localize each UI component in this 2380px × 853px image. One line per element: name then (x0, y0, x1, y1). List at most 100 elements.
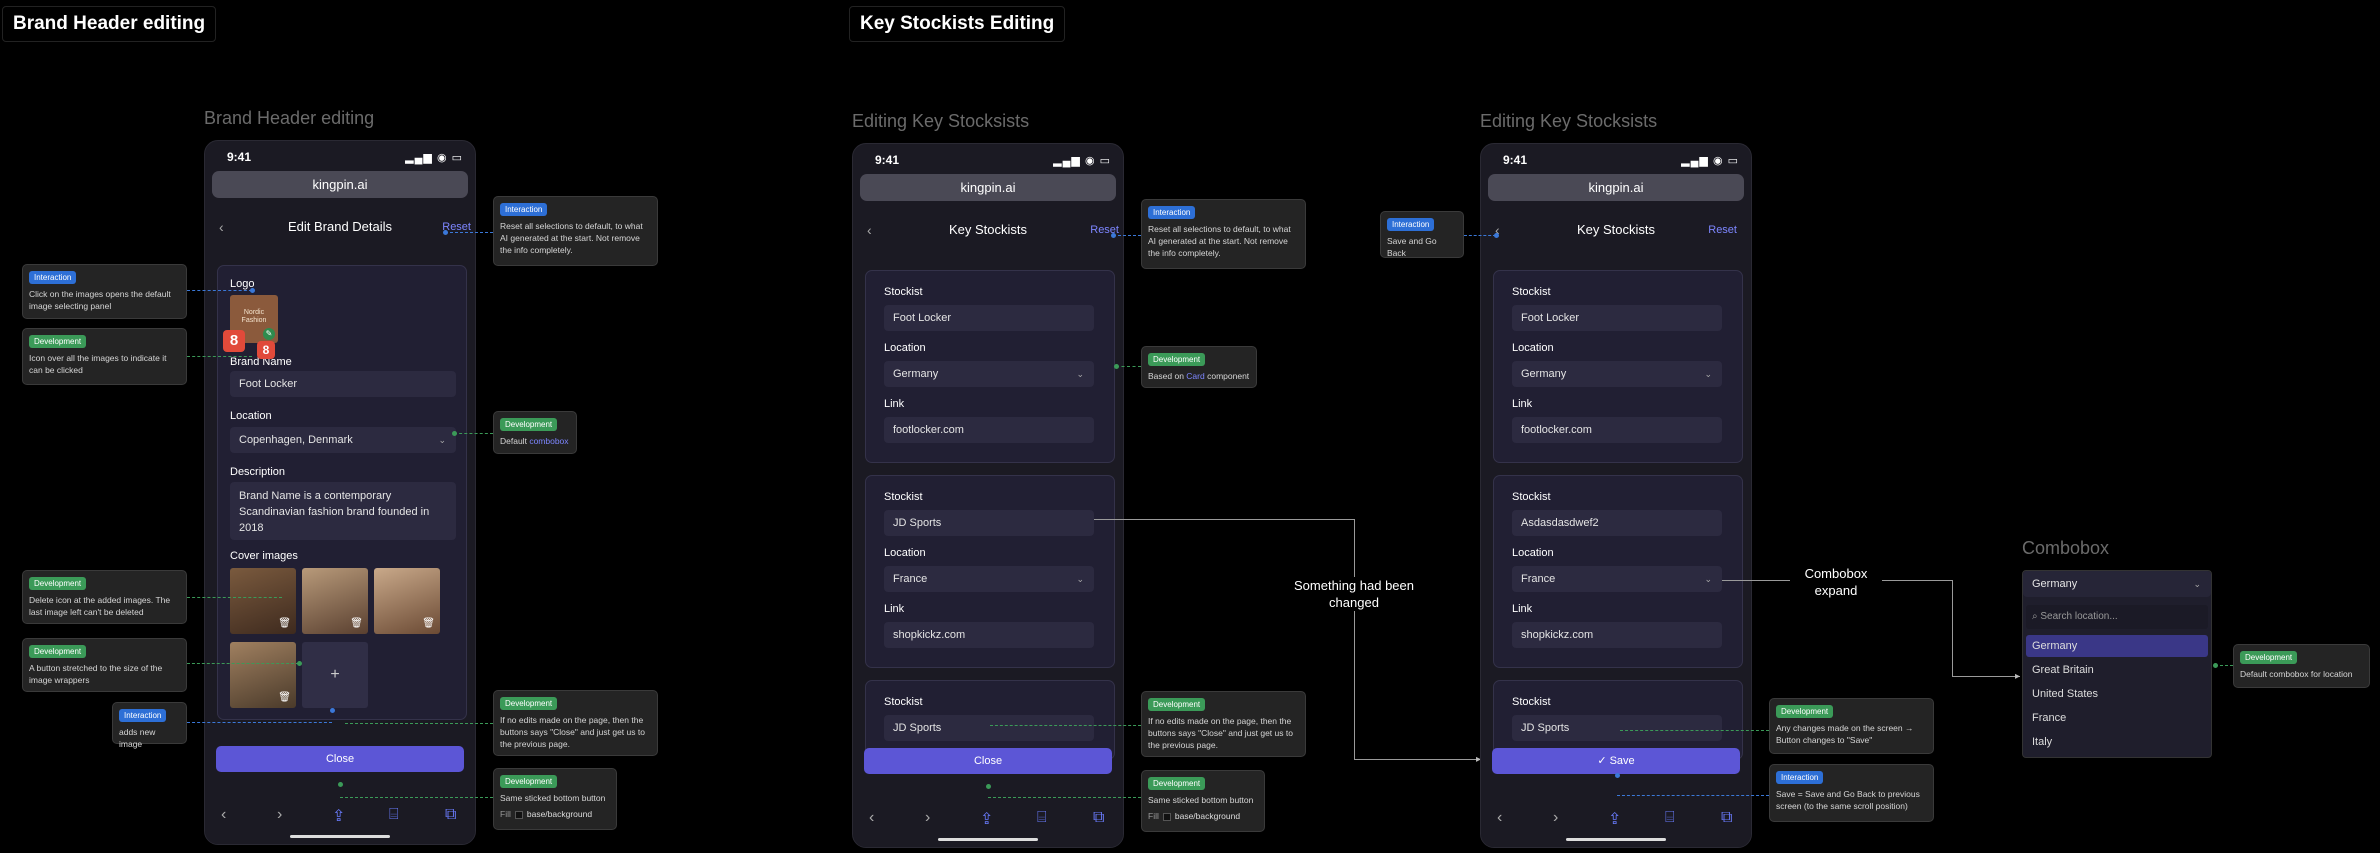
note-development-no-edits: Development If no edits made on the page… (493, 690, 658, 756)
url-bar[interactable]: kingpin.ai (212, 171, 468, 198)
close-button[interactable]: Close (864, 748, 1112, 774)
phone-key-stockists-1: 9:41 ▂▄▆ ◉ ▭ kingpin.ai ‹ Key Stockists … (852, 143, 1124, 848)
phone-brand-header: 9:41 ▂▄▆ ◉ ▭ kingpin.ai ‹ Edit Brand Det… (204, 140, 476, 845)
stockist-label: Stockist (1512, 696, 1551, 708)
location-select[interactable]: France ⌄ (884, 566, 1094, 592)
link-input[interactable]: footlocker.com (1512, 417, 1722, 443)
frame-title-stockists-2: Editing Key Stocksists (1480, 111, 1658, 131)
status-time: 9:41 (1503, 153, 1528, 167)
description-textarea[interactable]: Brand Name is a contemporary Scandinavia… (230, 482, 456, 540)
cover-images-label: Cover images (230, 550, 298, 562)
save-button[interactable]: ✓ Save (1492, 748, 1740, 774)
combobox-expanded: Germany ⌄ ⌕ Search location... Germany Gr… (2022, 570, 2212, 758)
note-development-sticky-2: Development Same sticked bottom button F… (1141, 770, 1265, 832)
stockist-input[interactable]: Asdasdasdwef2 (1512, 510, 1722, 536)
back-icon[interactable]: ‹ (867, 212, 872, 248)
stockist-card-2: Stockist JD Sports Location France ⌄ Link… (865, 475, 1115, 668)
book-icon[interactable]: ⌸ (1665, 809, 1675, 827)
url-bar[interactable]: kingpin.ai (860, 174, 1116, 201)
combobox-option[interactable]: Great Britain (2026, 659, 2208, 681)
link-input[interactable]: shopkickz.com (1512, 622, 1722, 648)
tabs-icon[interactable]: ⧉ (445, 806, 456, 824)
share-icon[interactable]: ⇪ (980, 809, 993, 829)
note-text: Same sticked bottom button (1148, 795, 1254, 805)
reset-button[interactable]: Reset (442, 209, 471, 245)
note-text: Same sticked bottom button (500, 793, 606, 803)
location-select[interactable]: Copenhagen, Denmark ⌄ (230, 427, 456, 453)
cover-image-2[interactable]: 🗑 (302, 568, 368, 634)
check-icon: ✓ (1597, 755, 1610, 767)
interaction-badge: Interaction (119, 709, 167, 722)
note-development-delete: Development Delete icon at the added ima… (22, 570, 187, 624)
location-select[interactable]: France ⌄ (1512, 566, 1722, 592)
book-icon[interactable]: ⌸ (389, 806, 399, 824)
link-input[interactable]: shopkickz.com (884, 622, 1094, 648)
back-icon[interactable]: ‹ (219, 209, 224, 245)
interaction-badge: Interaction (1776, 771, 1824, 784)
chevron-right-icon[interactable]: › (277, 806, 282, 824)
stockist-card-1: Stockist Foot Locker Location Germany ⌄ L… (865, 270, 1115, 463)
url-bar[interactable]: kingpin.ai (1488, 174, 1744, 201)
stockist-input[interactable]: JD Sports (884, 715, 1094, 741)
note-development-card: Development Based on Card component (1141, 346, 1257, 388)
browser-toolbar: ‹ › ⇪ ⌸ ⧉ (1481, 809, 1751, 829)
note-text: Default combobox for location (2240, 669, 2353, 679)
nav-bar: ‹ Key Stockists Reset (1481, 212, 1751, 248)
note-text: Reset all selections to default, to what… (1148, 224, 1291, 258)
link-label: Link (1512, 398, 1533, 410)
combobox-search[interactable]: ⌕ Search location... (2026, 605, 2208, 629)
chevron-down-icon: ⌄ (438, 435, 446, 445)
development-badge: Development (500, 775, 558, 788)
delete-icon[interactable]: 🗑 (278, 618, 291, 629)
chevron-right-icon[interactable]: › (925, 809, 930, 827)
chevron-down-icon: ⌄ (2193, 579, 2201, 589)
fill-token: Fill base/background (500, 809, 593, 819)
location-value: Copenhagen, Denmark (239, 434, 353, 446)
combobox-option[interactable]: Germany (2026, 635, 2208, 657)
location-select[interactable]: Germany ⌄ (1512, 361, 1722, 387)
book-icon[interactable]: ⌸ (1037, 809, 1047, 827)
combobox-option[interactable]: Italy (2026, 731, 2208, 753)
stockist-input[interactable]: JD Sports (884, 510, 1094, 536)
delete-icon[interactable]: 🗑 (350, 618, 363, 629)
stockist-label: Stockist (884, 491, 923, 503)
chevron-left-icon[interactable]: ‹ (221, 806, 226, 824)
note-text: Icon over all the images to indicate it … (29, 353, 167, 375)
share-icon[interactable]: ⇪ (332, 806, 345, 826)
close-button[interactable]: Close (216, 746, 464, 772)
combobox-option[interactable]: France (2026, 707, 2208, 729)
note-text: If no edits made on the page, then the b… (500, 715, 645, 749)
tabs-icon[interactable]: ⧉ (1093, 809, 1104, 827)
note-text: Click on the images opens the default im… (29, 289, 171, 311)
cover-image-3[interactable]: 🗑 (374, 568, 440, 634)
location-label: Location (1512, 342, 1554, 354)
chevron-left-icon[interactable]: ‹ (1497, 809, 1502, 827)
stockist-input[interactable]: Foot Locker (1512, 305, 1722, 331)
brand-card: Logo Nordic Fashion ✎ 8 8 Brand Name Foo… (217, 265, 467, 720)
cover-image-1[interactable]: 🗑 (230, 568, 296, 634)
reset-button[interactable]: Reset (1708, 212, 1737, 248)
link-input[interactable]: footlocker.com (884, 417, 1094, 443)
stockist-input[interactable]: JD Sports (1512, 715, 1722, 741)
development-badge: Development (2240, 651, 2298, 664)
note-interaction-save: Interaction Save = Save and Go Back to p… (1769, 764, 1934, 822)
combobox-trigger[interactable]: Germany ⌄ (2023, 571, 2211, 597)
stockist-input[interactable]: Foot Locker (884, 305, 1094, 331)
chevron-left-icon[interactable]: ‹ (869, 809, 874, 827)
back-icon[interactable]: ‹ (1495, 212, 1500, 248)
combobox-option[interactable]: United States (2026, 683, 2208, 705)
nav-bar: ‹ Edit Brand Details Reset (205, 209, 475, 245)
reset-button[interactable]: Reset (1090, 212, 1119, 248)
tabs-icon[interactable]: ⧉ (1721, 809, 1732, 827)
cover-image-4[interactable]: 🗑 (230, 642, 296, 708)
note-development-changes: Development Any changes made on the scre… (1769, 698, 1934, 754)
brand-name-input[interactable]: Foot Locker (230, 371, 456, 397)
add-image-button[interactable]: + (302, 642, 368, 708)
share-icon[interactable]: ⇪ (1608, 809, 1621, 829)
chevron-right-icon[interactable]: › (1553, 809, 1558, 827)
note-text: Reset all selections to default, to what… (500, 221, 643, 255)
location-select[interactable]: Germany ⌄ (884, 361, 1094, 387)
delete-icon[interactable]: 🗑 (422, 618, 435, 629)
delete-icon[interactable]: 🗑 (278, 692, 291, 703)
edit-badge-small-icon: 8 (257, 341, 275, 359)
